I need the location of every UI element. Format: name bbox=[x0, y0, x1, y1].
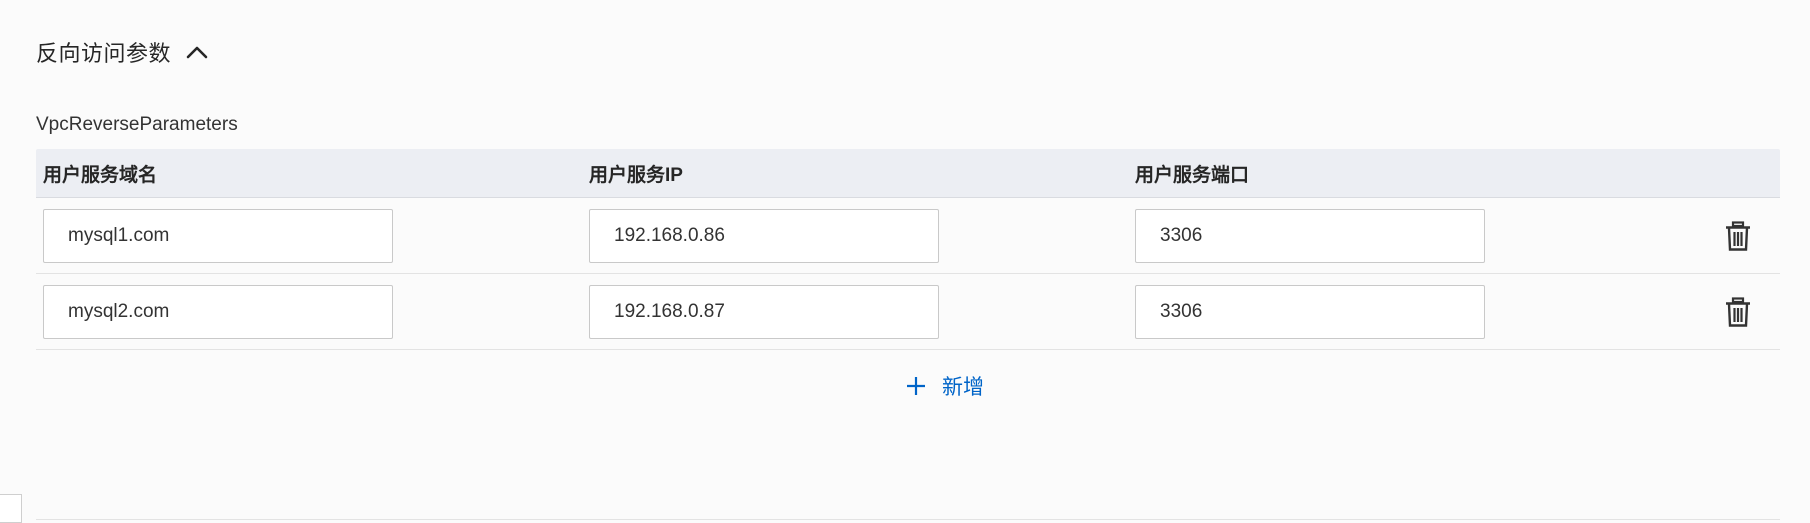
trash-icon[interactable] bbox=[1720, 292, 1756, 332]
trash-icon[interactable] bbox=[1720, 216, 1756, 256]
ip-input[interactable] bbox=[589, 284, 939, 339]
port-cell bbox=[1128, 284, 1674, 339]
domain-cell bbox=[36, 208, 582, 263]
header-ip: 用户服务IP bbox=[589, 164, 683, 186]
ip-cell bbox=[582, 284, 1128, 339]
resize-handle[interactable] bbox=[0, 494, 22, 523]
add-row: 新增 bbox=[0, 368, 1810, 404]
field-label: VpcReverseParameters bbox=[36, 114, 238, 135]
ip-cell bbox=[582, 208, 1128, 263]
port-input[interactable] bbox=[1135, 284, 1485, 339]
actions-cell bbox=[1674, 216, 1780, 256]
section-title: 反向访问参数 bbox=[36, 41, 172, 66]
actions-cell bbox=[1674, 292, 1780, 332]
header-domain: 用户服务域名 bbox=[43, 164, 158, 186]
domain-cell bbox=[36, 284, 582, 339]
table-row bbox=[36, 198, 1780, 274]
plus-icon bbox=[906, 376, 926, 396]
add-button-label: 新增 bbox=[942, 376, 984, 399]
table-row bbox=[36, 274, 1780, 350]
header-port: 用户服务端口 bbox=[1135, 164, 1250, 186]
table-header: 用户服务域名 用户服务IP 用户服务端口 bbox=[36, 149, 1780, 198]
add-button[interactable]: 新增 bbox=[906, 371, 984, 401]
parameters-table: 用户服务域名 用户服务IP 用户服务端口 bbox=[36, 149, 1780, 350]
domain-input[interactable] bbox=[43, 208, 393, 263]
section-header[interactable]: 反向访问参数 bbox=[36, 34, 209, 70]
bottom-divider bbox=[36, 519, 1780, 520]
domain-input[interactable] bbox=[43, 284, 393, 339]
ip-input[interactable] bbox=[589, 208, 939, 263]
chevron-up-icon[interactable] bbox=[185, 40, 209, 64]
port-input[interactable] bbox=[1135, 208, 1485, 263]
port-cell bbox=[1128, 208, 1674, 263]
